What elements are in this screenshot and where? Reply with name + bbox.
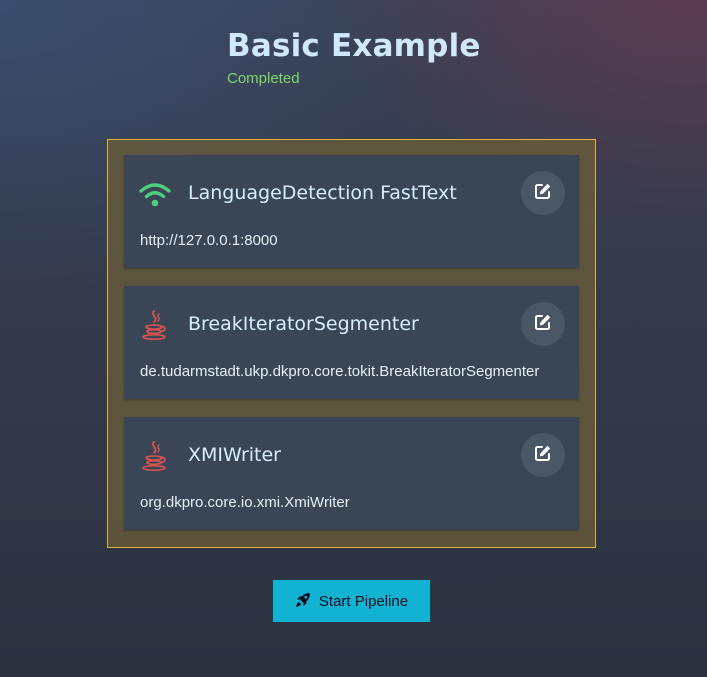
edit-button[interactable] bbox=[521, 302, 565, 346]
java-icon bbox=[138, 439, 172, 473]
component-name: XMIWriter bbox=[188, 444, 281, 466]
status-text: Completed bbox=[227, 70, 300, 87]
start-pipeline-label: Start Pipeline bbox=[318, 592, 409, 610]
edit-icon bbox=[534, 313, 552, 335]
component-card-language-detection: LanguageDetection FastText http://127.0.… bbox=[124, 155, 579, 268]
pipeline-container: LanguageDetection FastText http://127.0.… bbox=[107, 139, 596, 548]
java-icon bbox=[138, 308, 172, 342]
edit-icon bbox=[534, 444, 552, 466]
component-card-xmi-writer: XMIWriter org.dkpro.core.io.xmi.XmiWrite… bbox=[124, 417, 579, 530]
component-name: BreakIteratorSegmenter bbox=[188, 313, 419, 335]
wifi-icon bbox=[138, 177, 172, 211]
rocket-icon bbox=[295, 592, 311, 611]
component-class: org.dkpro.core.io.xmi.XmiWriter bbox=[140, 494, 350, 511]
component-name: LanguageDetection FastText bbox=[188, 182, 457, 204]
page-title: Basic Example bbox=[227, 28, 481, 64]
start-pipeline-button[interactable]: Start Pipeline bbox=[273, 580, 430, 622]
edit-button[interactable] bbox=[521, 171, 565, 215]
component-class: de.tudarmstadt.ukp.dkpro.core.tokit.Brea… bbox=[140, 363, 540, 380]
edit-button[interactable] bbox=[521, 433, 565, 477]
component-card-break-iterator: BreakIteratorSegmenter de.tudarmstadt.uk… bbox=[124, 286, 579, 399]
component-endpoint: http://127.0.0.1:8000 bbox=[140, 232, 278, 249]
edit-icon bbox=[534, 182, 552, 204]
page-header: Basic Example Completed bbox=[227, 24, 481, 87]
